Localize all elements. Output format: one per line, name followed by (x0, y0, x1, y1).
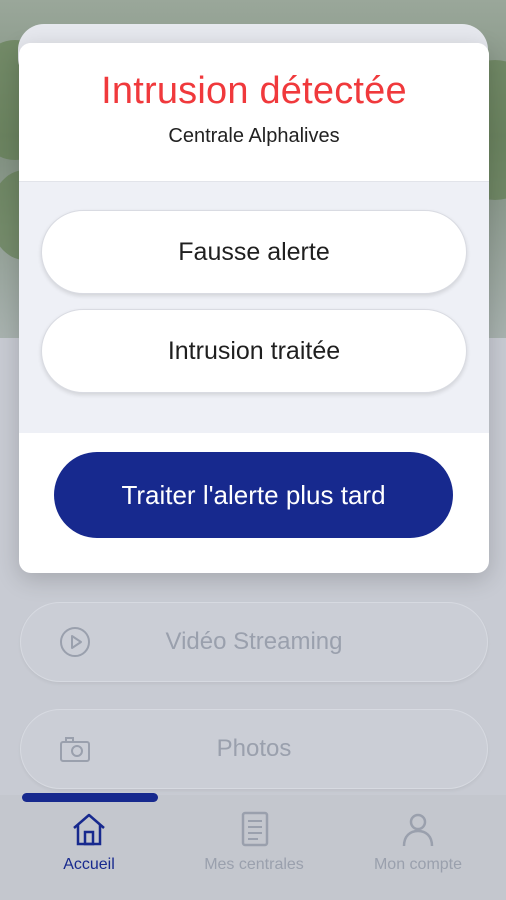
camera-icon (59, 733, 91, 765)
dialog-title: Intrusion détectée (101, 70, 407, 112)
tab-accueil[interactable]: Accueil (5, 808, 173, 888)
intrusion-alert-dialog: Intrusion détectée Centrale Alphalives F… (19, 43, 489, 573)
tab-mes-centrales-label: Mes centrales (204, 856, 304, 873)
document-list-icon (233, 808, 275, 850)
video-streaming-label: Vidéo Streaming (165, 628, 343, 655)
tab-mon-compte[interactable]: Mon compte (334, 808, 502, 888)
false-alarm-button[interactable]: Fausse alerte (41, 210, 467, 294)
tab-mon-compte-label: Mon compte (373, 856, 463, 873)
play-circle-icon (59, 626, 91, 658)
active-tab-indicator (22, 793, 158, 802)
home-icon (68, 808, 110, 850)
dialog-options: Fausse alerte Intrusion traitée (19, 182, 489, 433)
dialog-subtitle: Centrale Alphalives (168, 125, 340, 147)
tab-mes-centrales[interactable]: Mes centrales (170, 808, 338, 888)
video-streaming-button[interactable]: Vidéo Streaming (20, 602, 488, 682)
dialog-header: Intrusion détectée Centrale Alphalives (19, 43, 489, 182)
user-icon (397, 808, 439, 850)
handle-later-button[interactable]: Traiter l'alerte plus tard (54, 452, 453, 538)
photos-label: Photos (216, 735, 292, 762)
intrusion-handled-button[interactable]: Intrusion traitée (41, 309, 467, 393)
photos-button[interactable]: Photos (20, 709, 488, 789)
tab-accueil-label: Accueil (63, 856, 115, 873)
